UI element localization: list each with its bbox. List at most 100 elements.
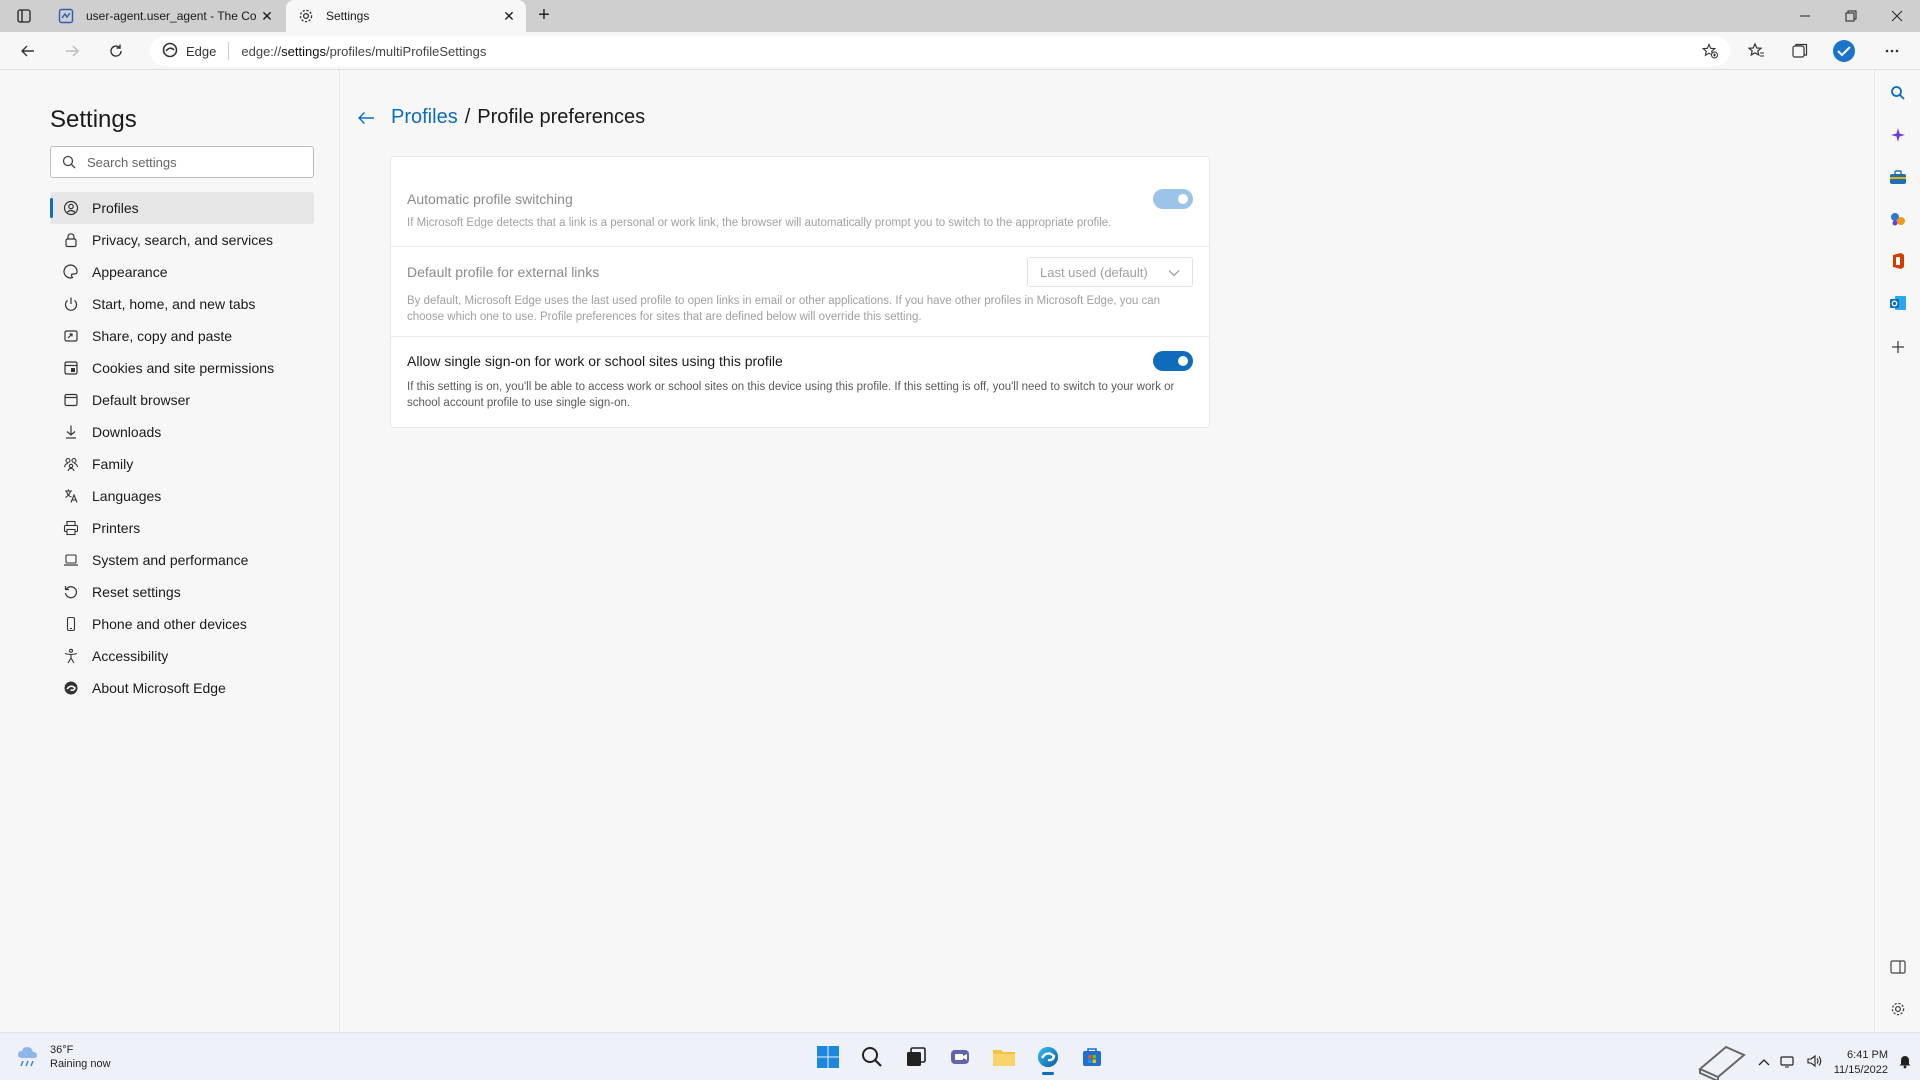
weather-widget[interactable]: 36°F Raining now <box>16 1043 111 1071</box>
download-icon <box>50 424 92 440</box>
sidebar-item-phone[interactable]: Phone and other devices <box>50 608 314 640</box>
more-options-icon[interactable] <box>1878 37 1906 65</box>
chevron-down-icon <box>1168 265 1180 280</box>
teams-chat-icon[interactable] <box>944 1041 976 1073</box>
setting-description: By default, Microsoft Edge uses the last… <box>407 295 1161 323</box>
office-icon[interactable] <box>1887 250 1909 272</box>
setting-description: If Microsoft Edge detects that a link is… <box>407 217 1112 229</box>
forward-button[interactable] <box>58 37 86 65</box>
tab-title: Settings <box>326 9 370 23</box>
edge-sidebar <box>1874 70 1920 1032</box>
file-explorer-icon[interactable] <box>988 1041 1020 1073</box>
profile-avatar[interactable] <box>1830 37 1858 65</box>
language-icon <box>50 488 92 504</box>
single-sign-on-toggle[interactable] <box>1153 351 1193 371</box>
chevron-up-icon[interactable] <box>1758 1057 1770 1069</box>
clock-time: 6:41 PM <box>1847 1048 1888 1061</box>
setting-single-sign-on: Allow single sign-on for work or school … <box>391 337 1209 427</box>
share-icon <box>50 328 92 344</box>
new-tab-button[interactable]: + <box>532 4 556 28</box>
page-title: Profile preferences <box>477 106 646 128</box>
task-view-icon[interactable] <box>900 1041 932 1073</box>
sidebar-item-start-home[interactable]: Start, home, and new tabs <box>50 288 314 320</box>
volume-icon[interactable] <box>1806 1054 1824 1071</box>
laptop-icon <box>50 552 92 568</box>
power-icon <box>50 296 92 312</box>
navigation-bar: Edge edge://settings/profiles/multiProfi… <box>0 32 1920 70</box>
sidebar-item-family[interactable]: Family <box>50 448 314 480</box>
favorites-icon[interactable] <box>1742 37 1770 65</box>
browser-icon <box>50 392 92 408</box>
accessibility-icon <box>50 648 92 664</box>
windows-taskbar: 36°F Raining now 6:41 PM 11/15/2022 <box>0 1032 1920 1080</box>
edge-icon <box>50 680 92 696</box>
sidebar-item-profiles[interactable]: Profiles <box>50 192 314 224</box>
sidebar-item-default-browser[interactable]: Default browser <box>50 384 314 416</box>
profile-preferences-card: Automatic profile switching If Microsoft… <box>390 156 1210 428</box>
automatic-profile-switching-toggle[interactable] <box>1153 189 1193 209</box>
printer-icon <box>50 520 92 536</box>
reset-icon <box>50 584 92 600</box>
edge-taskbar-icon[interactable] <box>1032 1041 1064 1075</box>
sidebar-item-share-copy[interactable]: Share, copy and paste <box>50 320 314 352</box>
start-icon[interactable] <box>812 1041 844 1073</box>
sparkle-icon[interactable] <box>1887 124 1909 146</box>
outlook-icon[interactable] <box>1887 292 1909 314</box>
setting-title: Automatic profile switching <box>407 191 573 207</box>
gear-icon[interactable] <box>1887 998 1909 1020</box>
sidebar-item-appearance[interactable]: Appearance <box>50 256 314 288</box>
sidebar-item-system[interactable]: System and performance <box>50 544 314 576</box>
search-placeholder: Search settings <box>87 154 177 170</box>
network-icon[interactable] <box>1780 1054 1796 1071</box>
games-icon[interactable] <box>1887 208 1909 230</box>
settings-sidebar: Settings Search settings Profiles Privac… <box>0 70 340 1032</box>
search-icon[interactable] <box>1887 82 1909 104</box>
sidebar-item-about[interactable]: About Microsoft Edge <box>50 672 314 704</box>
close-tab-icon[interactable]: ✕ <box>256 5 278 27</box>
taskbar-search-icon[interactable] <box>856 1041 888 1073</box>
sidebar-item-printers[interactable]: Printers <box>50 512 314 544</box>
setting-title: Default profile for external links <box>407 264 600 280</box>
collections-icon[interactable] <box>1786 37 1814 65</box>
sidebar-item-privacy[interactable]: Privacy, search, and services <box>50 224 314 256</box>
tab-title: user-agent.user_agent - The Coll <box>86 9 256 23</box>
store-icon[interactable] <box>1076 1041 1108 1073</box>
clock[interactable]: 6:41 PM 11/15/2022 <box>1834 1048 1888 1078</box>
breadcrumb: Profiles / Profile preferences <box>357 106 645 129</box>
add-favorite-icon[interactable] <box>1701 43 1718 62</box>
address-bar[interactable]: Edge edge://settings/profiles/multiProfi… <box>150 36 1730 66</box>
lock-icon <box>50 232 92 248</box>
setting-description: If this setting is on, you'll be able to… <box>407 381 1175 409</box>
back-arrow-icon[interactable] <box>357 110 391 126</box>
sidebar-item-accessibility[interactable]: Accessibility <box>50 640 314 672</box>
rain-cloud-icon <box>16 1044 42 1071</box>
sidebar-item-reset[interactable]: Reset settings <box>50 576 314 608</box>
url-text: edge://settings/profiles/multiProfileSet… <box>241 43 487 59</box>
breadcrumb-profiles-link[interactable]: Profiles <box>391 106 458 129</box>
sidebar-item-cookies[interactable]: Cookies and site permissions <box>50 352 314 384</box>
notifications-icon[interactable] <box>1898 1053 1912 1072</box>
search-settings-input[interactable]: Search settings <box>50 146 314 178</box>
minimize-button[interactable] <box>1782 0 1828 32</box>
site-label: Edge <box>186 43 217 59</box>
sidebar-item-downloads[interactable]: Downloads <box>50 416 314 448</box>
sidebar-item-languages[interactable]: Languages <box>50 480 314 512</box>
default-profile-dropdown[interactable]: Last used (default) <box>1027 257 1193 287</box>
hide-sidebar-icon[interactable] <box>1887 956 1909 978</box>
close-tab-icon[interactable]: ✕ <box>498 5 520 27</box>
edge-icon <box>162 42 178 61</box>
setting-automatic-profile-switching: Automatic profile switching If Microsoft… <box>391 157 1209 247</box>
close-window-button[interactable] <box>1874 0 1920 32</box>
back-button[interactable] <box>14 37 42 65</box>
settings-nav-list: Profiles Privacy, search, and services A… <box>50 192 314 704</box>
add-icon[interactable] <box>1887 336 1909 358</box>
site-identity[interactable]: Edge <box>150 42 216 61</box>
setting-default-profile-external-links: Default profile for external links Last … <box>391 247 1209 337</box>
restore-button[interactable] <box>1828 0 1874 32</box>
phone-icon <box>50 616 92 632</box>
tab-actions-icon[interactable] <box>10 4 38 28</box>
tab-settings[interactable]: Settings ✕ <box>286 0 526 32</box>
tools-icon[interactable] <box>1887 166 1909 188</box>
tab-user-agent[interactable]: user-agent.user_agent - The Coll ✕ <box>46 0 284 32</box>
refresh-button[interactable] <box>102 37 130 65</box>
